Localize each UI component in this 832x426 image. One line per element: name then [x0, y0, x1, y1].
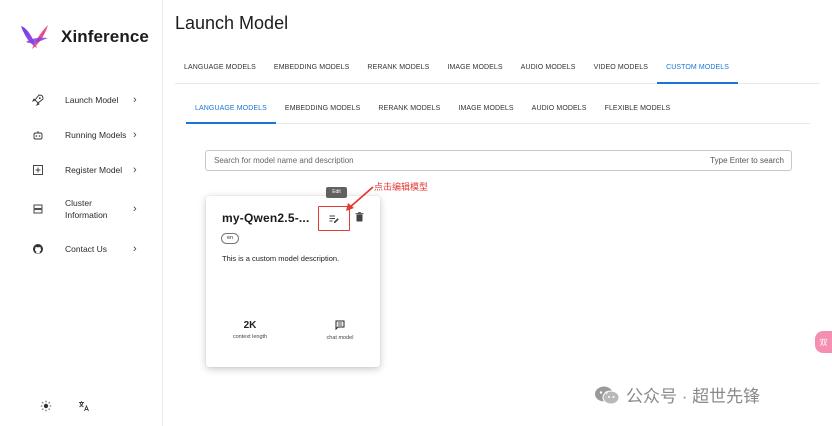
tab-video-models[interactable]: VIDEO MODELS: [585, 56, 658, 84]
app-name: Xinference: [61, 27, 149, 46]
logo[interactable]: Xinference: [18, 22, 149, 52]
sidebar-item-register-model[interactable]: Register Model ›: [0, 152, 163, 187]
translate-icon[interactable]: [76, 398, 92, 414]
context-length-label: context length: [232, 334, 268, 340]
sidebar-item-label: Contact Us: [65, 243, 108, 254]
chevron-right-icon: ›: [133, 242, 137, 255]
subtab-image-models[interactable]: IMAGE MODELS: [449, 96, 522, 124]
subtab-language-models[interactable]: LANGUAGE MODELS: [186, 96, 276, 124]
subtab-embedding-models[interactable]: EMBEDDING MODELS: [276, 96, 370, 124]
server-icon: [31, 202, 45, 216]
model-card-description: This is a custom model description.: [222, 254, 340, 263]
sidebar-item-label: Running Models: [65, 129, 127, 140]
chevron-right-icon: ›: [133, 163, 137, 176]
sidebar-item-label: Launch Model: [65, 94, 119, 105]
main-content: Launch Model LANGUAGE MODELS EMBEDDING M…: [163, 0, 832, 426]
sun-icon[interactable]: [38, 398, 54, 414]
subtab-audio-models[interactable]: AUDIO MODELS: [523, 96, 596, 124]
sidebar-item-label: Cluster Information: [65, 197, 108, 221]
subtab-flexible-models[interactable]: FLEXIBLE MODELS: [596, 96, 680, 124]
subtab-rerank-models[interactable]: RERANK MODELS: [369, 96, 449, 124]
annotation-label: 点击编辑模型: [374, 182, 429, 192]
sidebar-item-cluster-information[interactable]: Cluster Information ›: [0, 187, 163, 231]
sidebar-bottom-controls: [38, 398, 92, 414]
model-ability-label: chat model: [326, 335, 354, 341]
sidebar-item-running-models[interactable]: Running Models ›: [0, 117, 163, 152]
rocket-icon: [31, 93, 45, 107]
chevron-right-icon: ›: [133, 128, 137, 141]
watermark-text: 公众号 · 超世先锋: [626, 387, 761, 406]
context-length-stat: 2K context length: [226, 320, 274, 340]
chevron-right-icon: ›: [133, 93, 137, 106]
model-card-title: my-Qwen2.5-...: [222, 211, 310, 225]
sidebar: Xinference Launch Model › Running Models…: [0, 0, 163, 426]
robot-icon: [31, 128, 45, 142]
chat-icon: [316, 320, 364, 332]
side-floating-tab[interactable]: 双: [815, 331, 832, 353]
model-type-tabs: LANGUAGE MODELS EMBEDDING MODELS RERANK …: [175, 56, 820, 84]
search-box: Type Enter to search: [205, 150, 792, 171]
tab-custom-models[interactable]: CUSTOM MODELS: [657, 56, 739, 84]
chevron-right-icon: ›: [133, 203, 137, 215]
tab-image-models[interactable]: IMAGE MODELS: [438, 56, 511, 84]
sidebar-item-contact-us[interactable]: Contact Us ›: [0, 231, 163, 266]
model-card[interactable]: my-Qwen2.5-... en This is a custom model…: [206, 196, 380, 367]
tab-rerank-models[interactable]: RERANK MODELS: [358, 56, 438, 84]
sidebar-nav: Launch Model › Running Models › Register…: [0, 82, 163, 266]
custom-model-subtabs: LANGUAGE MODELS EMBEDDING MODELS RERANK …: [186, 96, 810, 124]
search-hint: Type Enter to search: [710, 156, 784, 165]
sidebar-item-label-line: Information: [65, 210, 108, 220]
context-length-value: 2K: [243, 320, 257, 331]
xinference-logo-icon: [21, 25, 48, 49]
watermark: 公众号 · 超世先锋: [594, 382, 760, 407]
page-title: Launch Model: [175, 13, 289, 33]
search-input[interactable]: [206, 151, 686, 170]
sidebar-item-launch-model[interactable]: Launch Model ›: [0, 82, 163, 117]
wechat-icon: [595, 386, 620, 404]
language-chip: en: [221, 233, 240, 244]
model-ability-stat: chat model: [316, 320, 364, 341]
plus-box-icon: [31, 163, 45, 177]
tab-embedding-models[interactable]: EMBEDDING MODELS: [265, 56, 359, 84]
edit-list-icon: [329, 215, 339, 223]
tab-language-models[interactable]: LANGUAGE MODELS: [175, 56, 265, 84]
tab-audio-models[interactable]: AUDIO MODELS: [512, 56, 585, 84]
sidebar-item-label: Register Model: [65, 164, 123, 175]
github-icon: [31, 242, 45, 256]
sidebar-item-label-line: Cluster: [65, 198, 92, 208]
